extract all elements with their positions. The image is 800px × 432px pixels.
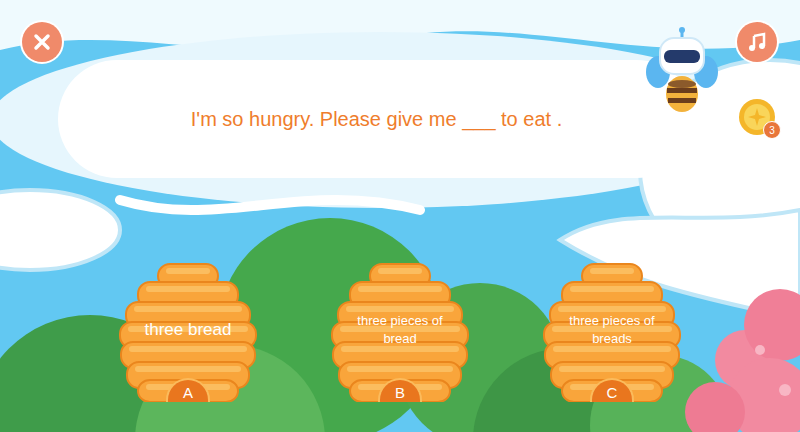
game-screen: 3 I'm so hungry. Please give me ___ to ea… <box>0 0 800 432</box>
music-button[interactable] <box>737 22 777 62</box>
answer-options: three breadAthree pieces of breadBthree … <box>0 262 800 402</box>
coin-count-badge: 3 <box>763 121 781 139</box>
answer-text: three pieces of bread <box>341 312 459 351</box>
close-button[interactable] <box>22 22 62 62</box>
question-banner: I'm so hungry. Please give me ___ to eat… <box>58 60 695 178</box>
music-note-icon <box>747 32 767 52</box>
answer-text: three pieces of breads <box>553 312 671 351</box>
answer-option[interactable]: three pieces of breadB <box>330 262 470 402</box>
coin-counter: 3 <box>738 98 776 136</box>
answer-option[interactable]: three breadA <box>118 262 258 402</box>
answer-option[interactable]: three pieces of breadsC <box>542 262 682 402</box>
question-text: I'm so hungry. Please give me ___ to eat… <box>191 108 562 131</box>
answer-text: three bread <box>145 319 232 346</box>
close-icon <box>33 33 51 51</box>
robot-bee-icon <box>646 26 718 118</box>
